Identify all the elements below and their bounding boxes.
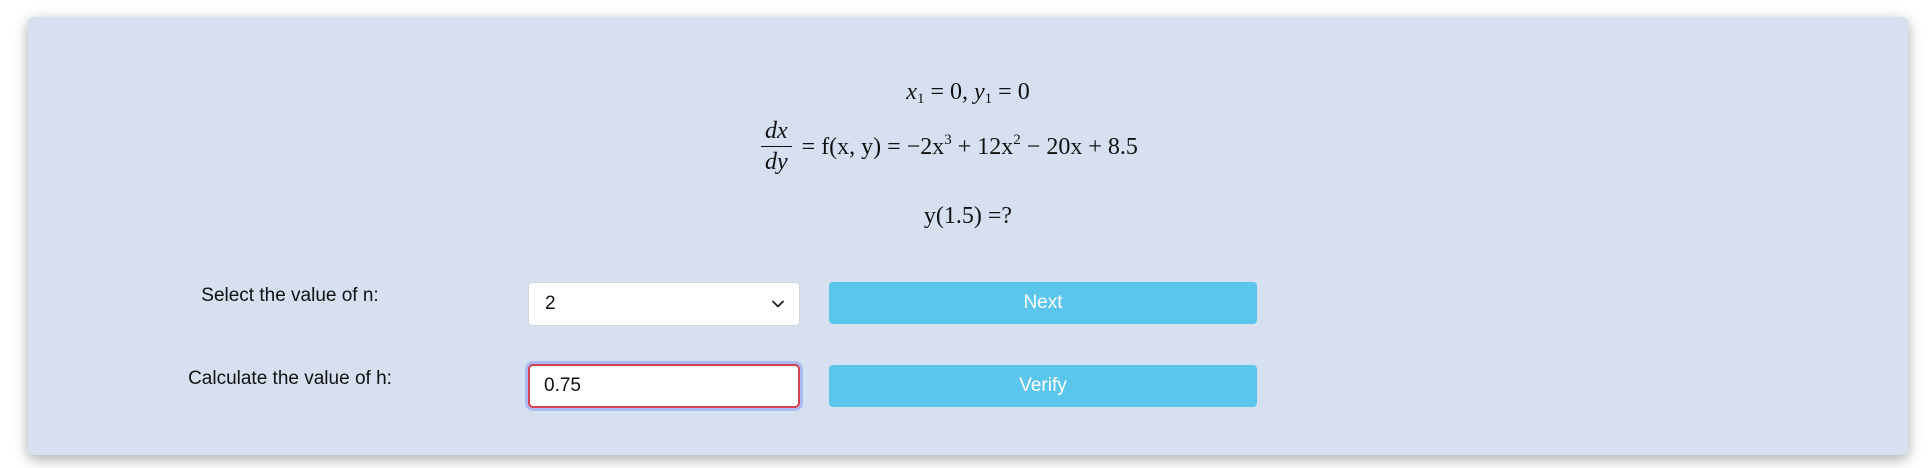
n-select[interactable]: 2: [528, 282, 800, 326]
equation-power-3: 3: [944, 132, 952, 148]
derivative-numerator: dx: [761, 118, 792, 147]
y-initial-value: = 0: [992, 79, 1030, 105]
next-button[interactable]: Next: [829, 282, 1257, 324]
equation-f: = f(x, y) = −2x: [801, 134, 945, 160]
question: y(1.5) =?: [923, 203, 1013, 229]
differential-equation: dx dy = f(x, y) = −2x3 + 12x2 − 20x + 8.…: [761, 118, 1138, 175]
x-initial-value: = 0,: [924, 79, 974, 105]
equation-tail: − 20x + 8.5: [1020, 134, 1138, 160]
n-label: Select the value of n:: [201, 285, 379, 306]
problem-panel: x1 = 0, y1 = 0 dx dy = f(x, y) = −2x3 + …: [28, 17, 1908, 455]
h-input[interactable]: [528, 364, 800, 408]
equation-rhs: = f(x, y) = −2x3 + 12x2 − 20x + 8.5: [802, 132, 1138, 161]
equation-mid: + 12x: [951, 134, 1014, 160]
n-select-value: 2: [545, 293, 556, 314]
verify-button[interactable]: Verify: [829, 365, 1257, 407]
x-variable: x: [906, 79, 917, 105]
chevron-down-icon: [772, 300, 784, 308]
derivative-denominator: dy: [765, 149, 788, 175]
h-label: Calculate the value of h:: [188, 368, 392, 389]
derivative-fraction: dx dy: [761, 118, 792, 175]
y-variable: y: [974, 79, 985, 105]
equation-power-2: 2: [1013, 132, 1021, 148]
initial-conditions: x1 = 0, y1 = 0: [28, 79, 1908, 108]
